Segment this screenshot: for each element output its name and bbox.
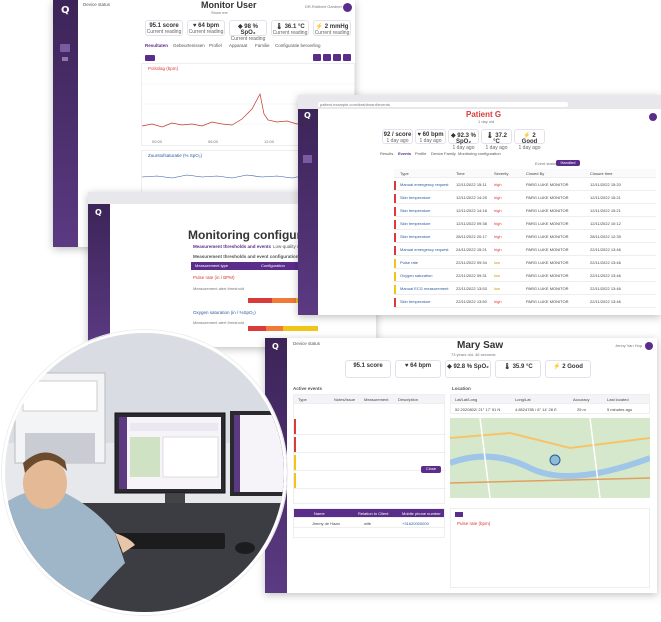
browser-bar: patient.example.com/dashboard/events [298,95,661,109]
sidebar [88,204,110,347]
page-subtitle: Show me [211,10,228,15]
workspace-photo [2,330,287,615]
tab-events[interactable]: Events [398,151,411,156]
event-row[interactable]: Skin temperature 28/11/2022 20:17 high PARG… [394,231,656,243]
active-events-table: Type Notes/Issue Measurement Description [293,394,446,504]
vital-tile[interactable]: 🌡 35.9 °C [495,360,541,378]
device-status: Device status [83,2,111,7]
close-button[interactable]: Close [421,466,441,473]
event-row[interactable] [294,419,446,435]
patient-detail-window: Q Device status Mary Saw 73 years old, 4… [265,338,657,593]
vital-tile[interactable]: 95.1 score [345,360,391,378]
vital-tile[interactable]: ◆ 92.8 % SpO₂ [445,360,491,378]
contacts-table: Name Relation to Client Mobile phone num… [293,508,445,538]
vital-tile[interactable]: ⚡ 2 Good [545,360,591,378]
url-bar[interactable]: patient.example.com/dashboard/events [318,102,568,107]
tab-bar: Resultaten Gebeurtenissen Profiel Appara… [145,43,355,51]
event-row[interactable]: Skin temperature 12/11/2022 14:18 high PARG… [394,205,656,217]
vital-tile[interactable]: ⚡ 2 Good 1 day ago [514,129,545,151]
range-buttons[interactable] [313,54,351,61]
event-row[interactable]: Skin temperature 22/11/2022 13:50 high PARG… [394,296,656,308]
page-title: Monitor User [201,0,257,10]
events-header: Type Time Severity Closed By Closure tim… [394,169,656,178]
event-row[interactable]: Oxygen saturation 22/11/2022 09:31 low PARG… [394,270,656,282]
avatar[interactable] [645,342,653,350]
event-row[interactable] [294,473,446,489]
vital-tile[interactable]: 95.1 score Current reading [145,20,183,36]
oxygen-threshold-bar[interactable] [248,326,318,331]
user-name: DR.Robbert Gardner [305,4,342,9]
day-toggle[interactable] [455,512,463,517]
event-row[interactable]: Skin temperature 12/11/2022 09:38 high PARG… [394,218,656,230]
vital-tile[interactable]: ♥ 64 bpm [395,360,441,378]
patient-title: Patient G [466,110,502,119]
vital-tile[interactable]: ⚡ 2 mmHg Current reading [313,20,351,36]
event-row[interactable]: Skin temperature 12/11/2022 14:25 high PARG… [394,192,656,204]
sidebar-icon-home[interactable] [60,44,70,52]
tab-profile[interactable]: Profile [415,151,426,156]
pulse-card: Pulse rate (bpm) [450,508,650,588]
sidebar [298,109,318,315]
vital-tile[interactable]: ◆ 98 % SpO₂ Current reading [229,20,267,42]
app-logo: Q [61,5,70,16]
tab-results[interactable]: Resultaten [145,43,168,48]
patient-name: Mary Saw [457,340,504,351]
event-row[interactable]: Manual emergency request 12/11/2022 15:11… [394,179,656,191]
sidebar [53,0,78,247]
vital-tile[interactable]: 🌡 37.2 °C 1 day ago [481,129,512,151]
device-status: Device status [293,341,321,346]
tab-device[interactable]: Apparaat [229,43,247,48]
tab-events[interactable]: Gebeurtenissen [173,43,205,48]
tab-family[interactable]: Family [444,151,456,156]
event-row[interactable]: Manual emergency request 24/11/2022 15:21… [394,244,656,256]
vital-tile[interactable]: 92 / score 1 day ago [382,129,413,144]
vital-tile[interactable]: 🌡 36.1 °C Current reading [271,20,309,36]
tab-config[interactable]: Configuratie beroerling [275,43,321,48]
tab-device[interactable]: Device [431,151,443,156]
tab-family[interactable]: Familie [255,43,270,48]
photo-scene [5,333,284,612]
tab-thresholds[interactable]: Measurement thresholds and events [193,244,271,249]
sidebar-icon-list[interactable] [62,57,68,61]
pulse-card-title: Pulse rate (bpm) [457,521,491,526]
app-logo: Q [272,342,279,351]
sidebar-icon[interactable] [303,155,312,163]
location-map[interactable] [450,418,650,498]
vital-tile[interactable]: ♥ 64 bpm Current reading [187,20,225,36]
map-image [450,418,650,498]
section-title: Measurement thresholds and event configu… [193,254,299,259]
app-logo: Q [95,208,102,217]
avatar[interactable] [343,3,352,12]
location-marker [549,454,561,466]
oxygen-label: Oxygen saturation (in / %SpO₂) [193,310,256,315]
event-status-label: Event status [535,161,558,166]
day-toggle[interactable] [145,55,155,61]
patient-events-window: patient.example.com/dashboard/events Q P… [298,95,661,315]
handled-filter-button[interactable]: Handled [556,160,580,166]
vital-tile[interactable]: ♥ 60 bpm 1 day ago [415,129,446,144]
avatar[interactable] [649,113,657,121]
user-name: Jenny Van Hop [615,343,643,348]
location-table: Lat/Lat/Long Long/Lat Accuracy Last loca… [450,394,650,414]
event-row[interactable] [294,437,446,453]
event-row[interactable]: Manual ECG measurement 22/11/2022 13:53 lo… [394,283,656,295]
events-table: Type Time Severity Closed By Closure tim… [394,169,656,309]
app-logo: Q [304,111,311,120]
location-title: Location [452,386,471,391]
active-events-title: Active events [293,386,323,391]
tab-profile[interactable]: Profiel [209,43,222,48]
pulse-rate-label: Pulse rate (in / BPM) [193,275,235,280]
event-row[interactable]: Pulse rate 22/11/2022 09:34 low PARG LUKE M… [394,257,656,269]
vital-tile[interactable]: ◆ 92.3 % SpO₂ 1 day ago [448,129,479,151]
tab-results[interactable]: Results [380,151,393,156]
tab-monitoring-config[interactable]: Monitoring configuration [458,151,501,156]
